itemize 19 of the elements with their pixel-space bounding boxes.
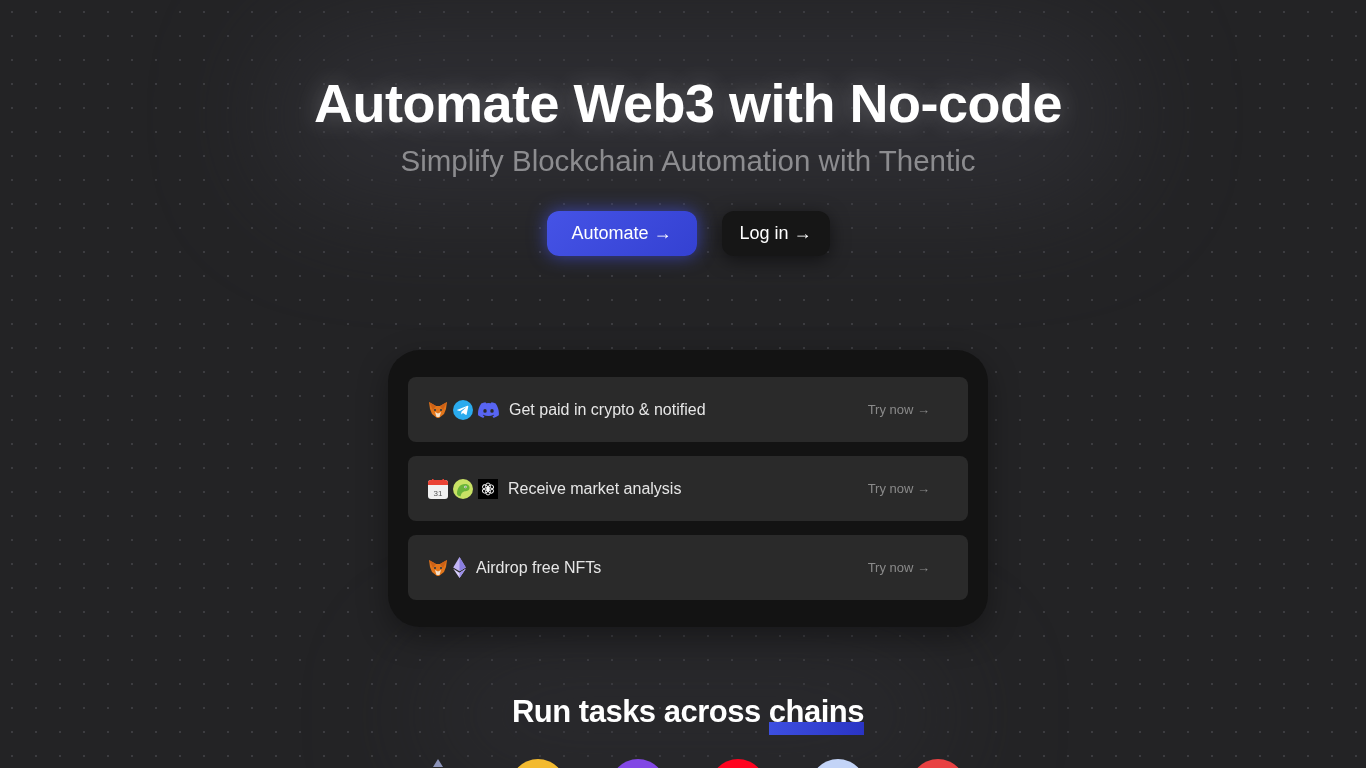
- task-title: Get paid in crypto & notified: [509, 399, 706, 420]
- automate-button[interactable]: Automate →: [546, 211, 697, 256]
- calendar-icon: 31: [428, 478, 448, 499]
- controller-face-icon: [478, 401, 499, 418]
- paper-plane-icon: [453, 399, 473, 420]
- task-title: Airdrop free NFTs: [476, 557, 602, 578]
- hero-title: Automate Web3 with No-code: [313, 72, 1062, 135]
- diamond-icon: [453, 557, 466, 578]
- hero-subtitle: Simplify Blockchain Automation with Thentic: [400, 143, 976, 178]
- lizard-icon: [453, 478, 473, 499]
- try-now-link[interactable]: Try now →: [867, 399, 930, 420]
- section-heading: Run tasks across chains: [511, 693, 865, 735]
- knot-logo-icon: [478, 478, 498, 499]
- task-title: Receive market analysis: [508, 478, 682, 499]
- try-now-link[interactable]: Try now →: [867, 478, 930, 499]
- login-button[interactable]: Log in →: [721, 211, 830, 256]
- fox-icon: [428, 558, 448, 577]
- fox-icon: [428, 400, 448, 419]
- try-now-link[interactable]: Try now →: [867, 557, 930, 578]
